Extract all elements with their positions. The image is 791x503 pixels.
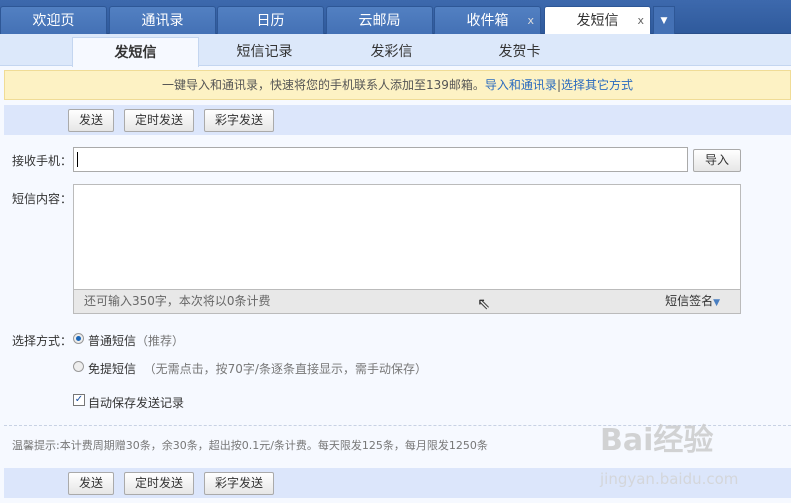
tab-label: 发短信 bbox=[576, 13, 619, 29]
option-note: （推荐） bbox=[136, 334, 185, 348]
notice-text: 一键导入和通讯录，快速将您的手机联系人添加至139邮箱。 bbox=[162, 78, 485, 92]
billing-tip: 温馨提示:本计费周期赠30条，余30条，超出按0.1元/条计费。每天限发125条… bbox=[12, 439, 488, 452]
tab-label: 收件箱 bbox=[466, 13, 509, 29]
baidu-watermark: Bai经验 bbox=[600, 423, 714, 458]
receiver-phone-input[interactable] bbox=[73, 147, 688, 172]
tabs-dropdown-button[interactable]: ▼ bbox=[653, 6, 675, 34]
flash-sms-option: 免提短信 （无需点击，按70字/条逐条直接显示，需手动保存） bbox=[88, 360, 427, 377]
sms-content-textarea[interactable] bbox=[73, 184, 741, 290]
content-footer: 还可输入350字，本次将以0条计费 短信签名▼ bbox=[73, 290, 741, 314]
color-text-send-button[interactable]: 彩字发送 bbox=[204, 472, 274, 495]
tab-cloud-post[interactable]: 云邮局 bbox=[326, 6, 433, 34]
tab-send-sms[interactable]: 发短信 x bbox=[544, 6, 651, 34]
option-note: （无需点击，按70字/条逐条直接显示，需手动保存） bbox=[143, 362, 427, 376]
caret-down-icon: ▼ bbox=[713, 298, 720, 308]
tab-label: 欢迎页 bbox=[32, 13, 75, 29]
close-icon[interactable]: x bbox=[637, 7, 644, 35]
mouse-cursor-icon: ⇖ bbox=[477, 294, 491, 313]
chevron-down-icon: ▼ bbox=[660, 16, 668, 26]
radio-normal-sms[interactable] bbox=[73, 333, 84, 344]
mode-label: 选择方式： bbox=[12, 334, 73, 348]
import-contacts-link[interactable]: 导入和通讯录 bbox=[485, 78, 557, 92]
sub-tab-bar: 发短信 短信记录 发彩信 发贺卡 bbox=[0, 34, 791, 67]
close-icon[interactable]: x bbox=[527, 7, 534, 35]
subtab-send-mms[interactable]: 发彩信 bbox=[328, 37, 455, 67]
char-counter: 还可输入350字，本次将以0条计费 bbox=[84, 294, 271, 308]
receiver-label: 接收手机： bbox=[12, 154, 73, 168]
signature-label: 短信签名 bbox=[665, 294, 714, 308]
option-label: 免提短信 bbox=[88, 362, 137, 376]
send-button[interactable]: 发送 bbox=[68, 109, 114, 132]
import-notice: 一键导入和通讯录，快速将您的手机联系人添加至139邮箱。导入和通讯录|选择其它方… bbox=[4, 70, 791, 100]
import-button[interactable]: 导入 bbox=[693, 149, 741, 172]
subtab-send-card[interactable]: 发贺卡 bbox=[456, 37, 583, 67]
autosave-checkbox[interactable]: ✓ bbox=[73, 394, 85, 406]
text-caret bbox=[77, 152, 78, 167]
tab-calendar[interactable]: 日历 bbox=[217, 6, 324, 34]
color-text-send-button[interactable]: 彩字发送 bbox=[204, 109, 274, 132]
tab-label: 通讯录 bbox=[141, 13, 184, 29]
scheduled-send-button[interactable]: 定时发送 bbox=[124, 472, 194, 495]
content-label: 短信内容： bbox=[12, 192, 73, 206]
autosave-label: 自动保存发送记录 bbox=[88, 396, 185, 410]
radio-flash-sms[interactable] bbox=[73, 361, 84, 372]
subtab-sms-records[interactable]: 短信记录 bbox=[201, 37, 328, 67]
top-tab-bar: 欢迎页 通讯录 日历 云邮局 收件箱 x 发短信 x ▼ bbox=[0, 0, 791, 34]
signature-dropdown[interactable]: 短信签名▼ bbox=[665, 290, 720, 314]
other-method-link[interactable]: 选择其它方式 bbox=[561, 78, 633, 92]
subtab-send-sms[interactable]: 发短信 bbox=[72, 37, 199, 67]
tab-welcome[interactable]: 欢迎页 bbox=[0, 6, 107, 34]
send-button[interactable]: 发送 bbox=[68, 472, 114, 495]
tab-label: 云邮局 bbox=[358, 13, 401, 29]
normal-sms-option: 普通短信（推荐） bbox=[88, 332, 184, 349]
scheduled-send-button[interactable]: 定时发送 bbox=[124, 109, 194, 132]
tab-contacts[interactable]: 通讯录 bbox=[109, 6, 216, 34]
option-label: 普通短信 bbox=[88, 334, 137, 348]
tab-inbox[interactable]: 收件箱 x bbox=[434, 6, 541, 34]
watermark-url: jingyan.baidu.com bbox=[600, 470, 739, 488]
tab-label: 日历 bbox=[256, 13, 285, 29]
top-toolbar: 发送 定时发送 彩字发送 bbox=[4, 105, 791, 135]
